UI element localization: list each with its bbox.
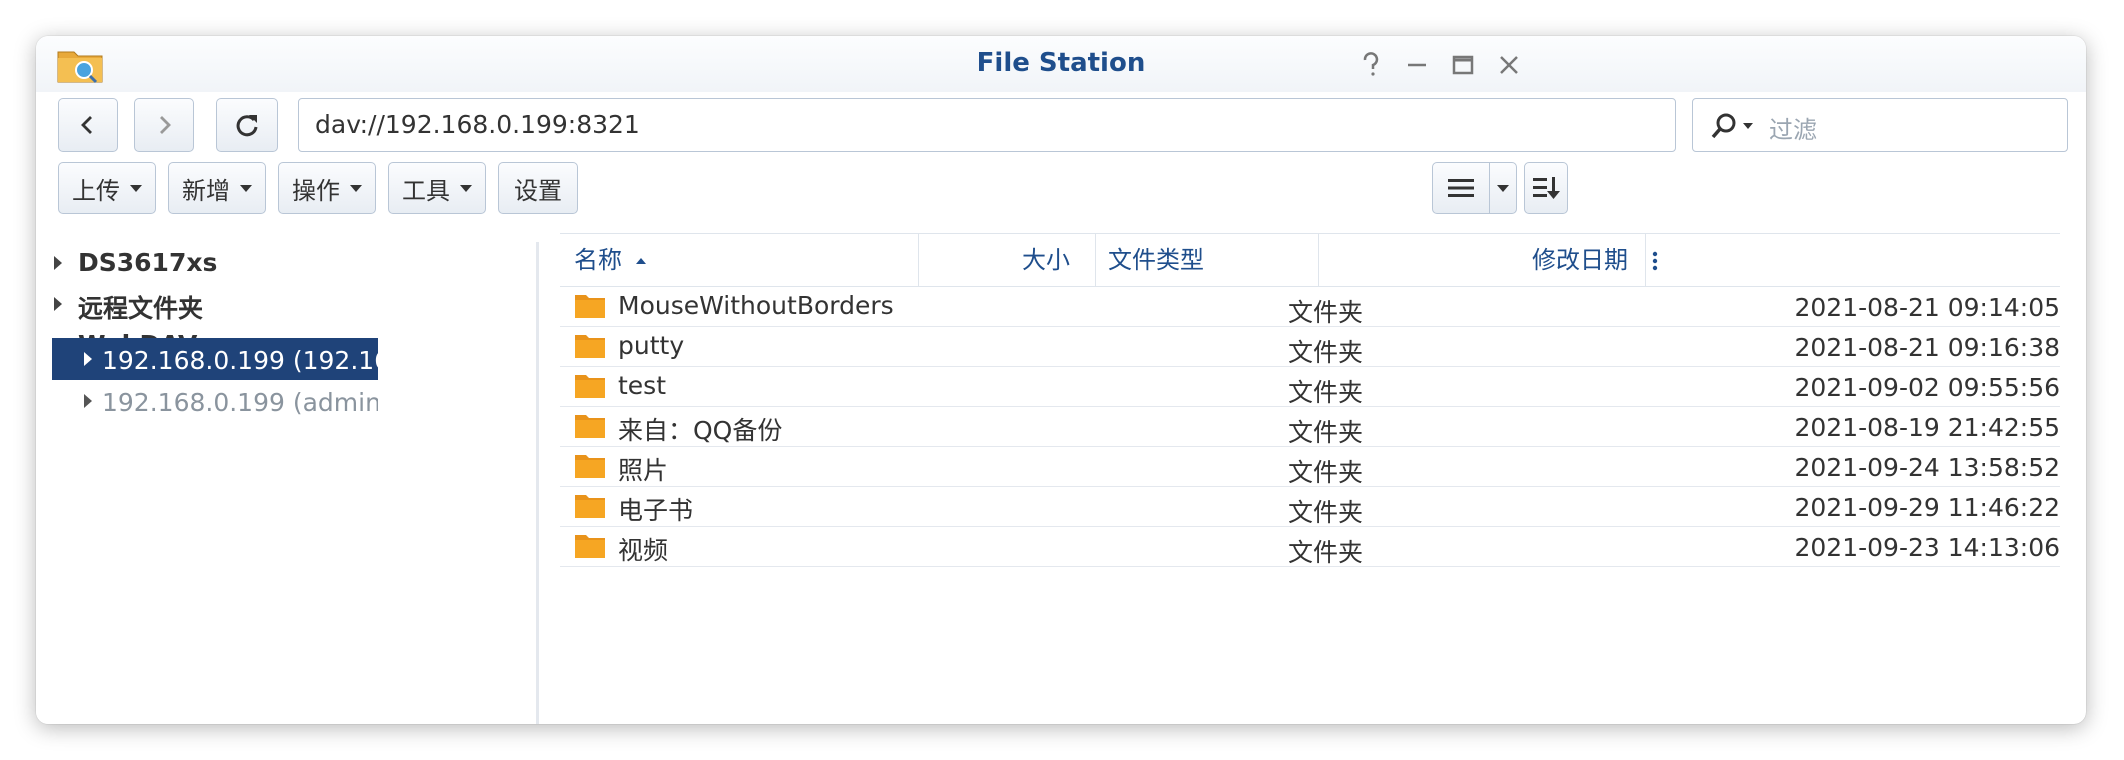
caret-down-icon: [1497, 184, 1509, 192]
minimize-icon[interactable]: [1402, 50, 1432, 80]
chevron-left-icon: [81, 116, 92, 134]
folder-icon: [575, 375, 605, 398]
file-type: 文件夹: [1288, 338, 1364, 367]
tools-button[interactable]: 工具: [388, 162, 486, 214]
pane-splitter[interactable]: [536, 242, 539, 724]
column-header-name-label: 名称: [574, 246, 622, 274]
settings-button[interactable]: 设置: [498, 162, 578, 214]
sort-button[interactable]: [1524, 162, 1568, 214]
table-row[interactable]: test 文件夹 2021-09-02 09:55:56: [560, 366, 2060, 407]
table-row[interactable]: 电子书 文件夹 2021-09-29 11:46:22: [560, 486, 2060, 527]
caret-down-icon: [460, 184, 472, 192]
folder-icon: [575, 335, 605, 358]
modified-date: 2021-09-29 11:46:22: [1794, 493, 2060, 522]
modified-date: 2021-09-02 09:55:56: [1794, 373, 2060, 402]
title-bar: File Station: [36, 36, 2086, 92]
help-icon[interactable]: [1356, 50, 1386, 80]
search-options-caret-icon[interactable]: [1743, 123, 1753, 129]
action-label: 操作: [292, 176, 340, 205]
sidebar-tree: DS3617xs 远程文件夹 WebDAV 192.168.0.199 (192…: [36, 242, 538, 724]
caret-down-icon: [130, 184, 142, 192]
settings-label: 设置: [514, 176, 562, 205]
column-header-date[interactable]: 修改日期: [1320, 234, 1628, 286]
view-options-button[interactable]: [1489, 162, 1517, 214]
filter-placeholder: 过滤: [1769, 116, 1817, 144]
table-row[interactable]: 照片 文件夹 2021-09-24 13:58:52: [560, 446, 2060, 487]
folder-icon: [575, 415, 605, 438]
expand-arrow-icon[interactable]: [84, 394, 92, 408]
maximize-icon[interactable]: [1448, 50, 1478, 80]
search-icon: [1711, 113, 1736, 139]
create-label: 新增: [182, 176, 230, 205]
caret-down-icon: [240, 184, 252, 192]
window-title: File Station: [976, 48, 1146, 78]
expand-arrow-icon[interactable]: [84, 352, 92, 366]
refresh-icon: [236, 115, 258, 137]
more-vertical-icon: [1652, 251, 1658, 271]
modified-date: 2021-08-19 21:42:55: [1794, 413, 2060, 442]
table-header: 名称 大小 文件类型 修改日期: [560, 233, 2060, 287]
column-header-name[interactable]: 名称: [574, 234, 646, 286]
tree-item-label: 192.168.0.199 (admin@192.16: [102, 388, 378, 417]
tools-label: 工具: [402, 176, 450, 205]
file-station-window: File Station dav://192.168.0.199:8321 过滤…: [36, 36, 2086, 724]
tree-item-label: 192.168.0.199 (192.168.0.199: [102, 346, 378, 375]
path-input[interactable]: dav://192.168.0.199:8321: [298, 98, 1676, 152]
back-button[interactable]: [58, 98, 118, 152]
chevron-right-icon: [160, 116, 171, 134]
file-name: 视频: [618, 536, 669, 565]
file-type: 文件夹: [1288, 538, 1364, 567]
sort-ascending-icon: [635, 258, 646, 264]
folder-icon: [575, 535, 605, 558]
refresh-button[interactable]: [216, 98, 278, 152]
file-name: 照片: [618, 456, 669, 485]
column-separator[interactable]: [918, 234, 919, 286]
file-name: test: [618, 371, 667, 400]
folder-icon: [575, 295, 605, 318]
modified-date: 2021-08-21 09:14:05: [1794, 293, 2060, 322]
forward-button[interactable]: [134, 98, 194, 152]
sort-icon: [1533, 177, 1560, 199]
column-separator[interactable]: [1095, 234, 1096, 286]
file-type: 文件夹: [1288, 458, 1364, 487]
tree-item-label: DS3617xs: [78, 248, 218, 277]
expand-arrow-icon[interactable]: [54, 256, 62, 270]
upload-button[interactable]: 上传: [58, 162, 156, 214]
file-name: putty: [618, 331, 685, 360]
caret-down-icon: [350, 184, 362, 192]
create-button[interactable]: 新增: [168, 162, 266, 214]
close-icon[interactable]: [1494, 50, 1524, 80]
folder-icon: [575, 455, 605, 478]
action-button[interactable]: 操作: [278, 162, 376, 214]
file-type: 文件夹: [1288, 378, 1364, 407]
list-view-icon: [1448, 179, 1474, 197]
file-name: MouseWithoutBorders: [618, 291, 894, 320]
file-name: 来自：QQ备份: [618, 416, 783, 445]
folder-icon: [575, 495, 605, 518]
file-type: 文件夹: [1288, 418, 1364, 447]
expand-arrow-icon[interactable]: [54, 297, 62, 311]
table-row[interactable]: MouseWithoutBorders 文件夹 2021-08-21 09:14:0…: [560, 286, 2060, 327]
table-row[interactable]: 来自：QQ备份 文件夹 2021-08-19 21:42:55: [560, 406, 2060, 447]
table-row[interactable]: 视频 文件夹 2021-09-23 14:13:06: [560, 526, 2060, 567]
column-header-type[interactable]: 文件类型: [1108, 234, 1204, 286]
column-separator[interactable]: [1318, 234, 1319, 286]
file-type: 文件夹: [1288, 498, 1364, 527]
modified-date: 2021-08-21 09:16:38: [1794, 333, 2060, 362]
column-menu-button[interactable]: [1652, 234, 1668, 286]
tree-item-webdav-server-admin[interactable]: 192.168.0.199 (admin@192.16: [52, 380, 378, 422]
file-type: 文件夹: [1288, 298, 1364, 327]
modified-date: 2021-09-23 14:13:06: [1794, 533, 2060, 562]
modified-date: 2021-09-24 13:58:52: [1794, 453, 2060, 482]
tree-item-webdav-server-selected[interactable]: 192.168.0.199 (192.168.0.199: [52, 338, 378, 380]
file-list: 名称 大小 文件类型 修改日期 MouseWithoutBorders 文件夹 20…: [560, 233, 2086, 724]
file-name: 电子书: [618, 496, 694, 525]
table-row[interactable]: putty 文件夹 2021-08-21 09:16:38: [560, 326, 2060, 367]
column-header-size[interactable]: 大小: [920, 234, 1070, 286]
list-view-button[interactable]: [1432, 162, 1490, 214]
filter-input[interactable]: 过滤: [1692, 98, 2068, 152]
upload-label: 上传: [72, 176, 120, 205]
column-separator[interactable]: [1645, 234, 1646, 286]
